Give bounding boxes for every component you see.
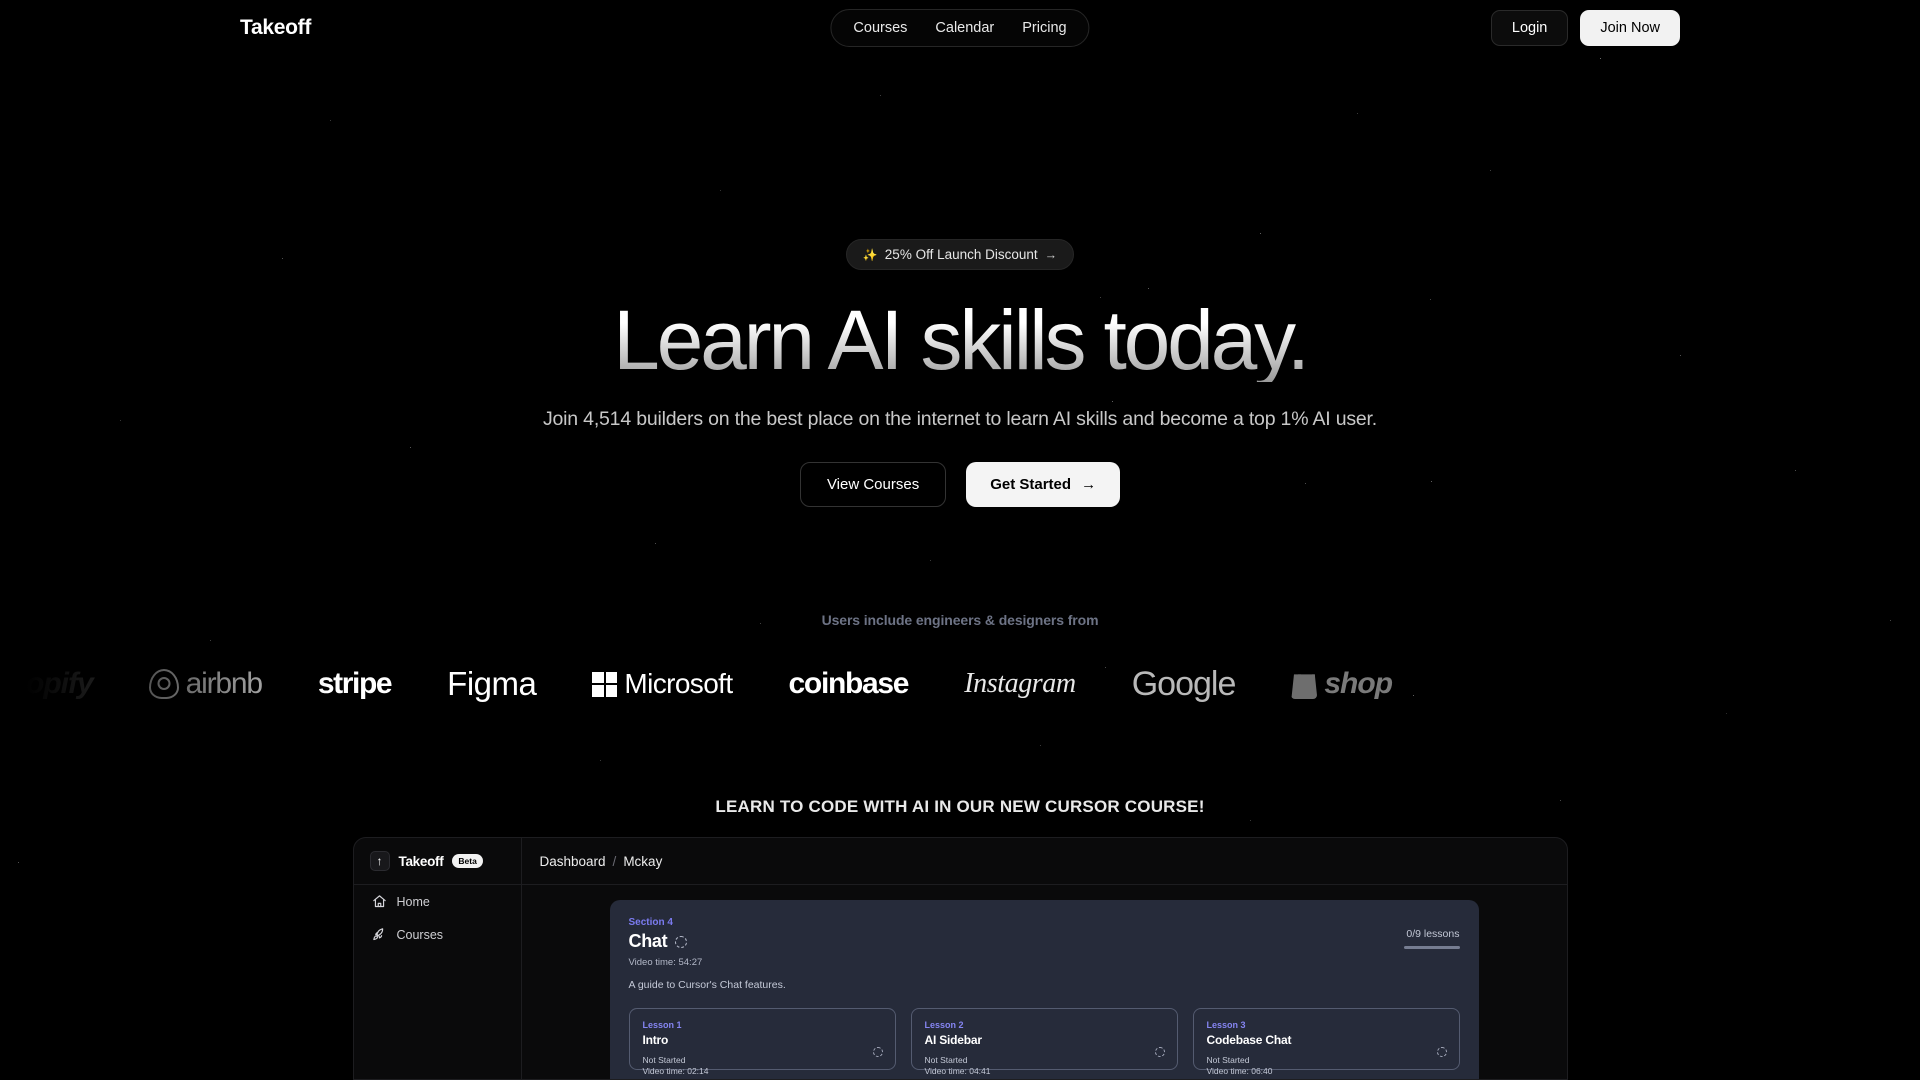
home-icon (372, 895, 386, 908)
sidebar-item-home[interactable]: Home (354, 885, 521, 918)
section-card: 0/9 lessons Section 4 Chat Video time: 5… (609, 900, 1479, 1079)
logo-shopify-repeat: shop (1291, 667, 1393, 701)
view-courses-button[interactable]: View Courses (799, 462, 947, 507)
star-dot (930, 560, 931, 561)
course-preview-section: LEARN TO CODE WITH AI IN OUR NEW CURSOR … (0, 797, 1920, 1080)
nav-actions: Login Join Now (1490, 9, 1680, 46)
logo-microsoft: Microsoft (592, 668, 733, 700)
section-label: Section 4 (628, 917, 673, 928)
nav-link-calendar[interactable]: Calendar (921, 16, 1008, 40)
lesson-video-time: Video time: 02:14 (642, 1066, 709, 1076)
arrow-up-logo-icon: ↑ (369, 851, 390, 871)
lesson-video-time: Video time: 04:41 (924, 1066, 991, 1076)
lesson-card[interactable]: Lesson 3 Codebase Chat Not Started Video… (1192, 1008, 1460, 1076)
page-title: Learn AI skills today. (0, 298, 1920, 382)
logo-stripe: stripe (317, 667, 393, 701)
lesson-title: AI Sidebar (924, 1033, 983, 1047)
preview-heading: LEARN TO CODE WITH AI IN OUR NEW CURSOR … (715, 797, 1205, 816)
dashboard-brand-label: Takeoff (398, 853, 444, 869)
lesson-card-row: Lesson 1 Intro Not Started Video time: 0… (628, 1008, 1460, 1076)
lesson-status: Not Started (924, 1055, 968, 1065)
lessons-progress-label: 0/9 lessons (1406, 928, 1460, 940)
logo-airbnb: airbnb (148, 667, 263, 701)
section-title: Chat (628, 931, 668, 951)
airbnb-mark-icon (148, 669, 179, 699)
logo-label: coinbase (788, 667, 910, 700)
logo-shopify: shopify (0, 667, 94, 701)
logo-coinbase: coinbase (788, 667, 910, 701)
progress-bar (1403, 946, 1460, 949)
lessons-progress: 0/9 lessons (1403, 928, 1460, 949)
dashboard-preview-frame: ↑ Takeoff Beta Home Courses Dashboard / … (352, 837, 1568, 1080)
microsoft-grid-icon (592, 671, 618, 697)
lesson-status: Not Started (1206, 1055, 1250, 1065)
logo-label: Instagram (964, 668, 1076, 699)
breadcrumb-separator: / (612, 853, 617, 869)
sidebar-item-courses[interactable]: Courses (354, 918, 521, 951)
lesson-card[interactable]: Lesson 2 AI Sidebar Not Started Video ti… (910, 1008, 1178, 1076)
incomplete-circle-icon (1436, 1047, 1447, 1057)
breadcrumb-leaf[interactable]: Mckay (623, 854, 662, 869)
lesson-status: Not Started (642, 1055, 686, 1065)
logo-marquee: shopify airbnb stripe Figma Microsoft co… (0, 654, 1920, 714)
incomplete-circle-icon (872, 1047, 883, 1057)
nav-link-pricing[interactable]: Pricing (1008, 16, 1080, 40)
logo-label: Google (1131, 664, 1237, 703)
lesson-label: Lesson 2 (924, 1020, 964, 1030)
social-proof-section: Users include engineers & designers from… (0, 612, 1920, 714)
top-navbar: Takeoff Courses Calendar Pricing Login J… (0, 0, 1920, 55)
beta-badge: Beta (452, 853, 483, 869)
sparkle-icon: ✨ (862, 247, 878, 262)
logo-figma: Figma (447, 665, 537, 703)
logo-google: Google (1131, 664, 1237, 704)
dashboard-brand[interactable]: ↑ Takeoff Beta (353, 838, 521, 885)
discount-badge-label: 25% Off Launch Discount (884, 247, 1038, 262)
shopping-bag-icon (1291, 674, 1318, 699)
get-started-label: Get Started (990, 476, 1072, 493)
star-dot (600, 760, 602, 762)
star-dot (655, 543, 657, 545)
breadcrumb: Dashboard / Mckay (521, 838, 1567, 885)
logo-label: airbnb (185, 667, 263, 700)
brand-logo[interactable]: Takeoff (240, 16, 311, 40)
section-description: A guide to Cursor's Chat features. (628, 979, 786, 991)
star-dot (1040, 745, 1041, 746)
hero-section: ✨ 25% Off Launch Discount → Learn AI ski… (0, 55, 1920, 507)
primary-nav: Courses Calendar Pricing (830, 8, 1090, 47)
logo-label: shop (1324, 667, 1393, 700)
incomplete-circle-icon (675, 935, 688, 948)
section-video-time: Video time: 54:27 (628, 957, 703, 968)
dashboard-sidebar: ↑ Takeoff Beta Home Courses (353, 838, 522, 1079)
lesson-title: Intro (642, 1033, 669, 1047)
breadcrumb-root[interactable]: Dashboard (540, 854, 606, 869)
logo-label: Microsoft (624, 668, 733, 699)
launch-discount-badge[interactable]: ✨ 25% Off Launch Discount → (845, 239, 1075, 270)
arrow-right-icon: → (1081, 476, 1097, 493)
lesson-title: Codebase Chat (1206, 1033, 1292, 1047)
sidebar-item-label: Home (396, 894, 430, 909)
logo-label: stripe (317, 667, 393, 700)
dashboard-content: 0/9 lessons Section 4 Chat Video time: 5… (522, 885, 1567, 1079)
rocket-icon (372, 928, 383, 941)
incomplete-circle-icon (1154, 1047, 1165, 1057)
logo-label: Figma (447, 665, 537, 702)
sidebar-item-label: Courses (396, 927, 444, 942)
section-title-row: Chat (629, 931, 1460, 952)
arrow-right-icon: → (1044, 247, 1058, 262)
lesson-label: Lesson 1 (642, 1020, 682, 1030)
join-now-button[interactable]: Join Now (1580, 9, 1680, 46)
social-proof-caption: Users include engineers & designers from (821, 612, 1099, 628)
logo-marquee-track: shopify airbnb stripe Figma Microsoft co… (0, 654, 1393, 714)
logo-instagram: Instagram (964, 668, 1076, 700)
lesson-video-time: Video time: 06:40 (1206, 1066, 1273, 1076)
dashboard-main: Dashboard / Mckay 0/9 lessons Section 4 … (521, 838, 1567, 1079)
get-started-button[interactable]: Get Started → (966, 462, 1121, 507)
hero-subheadline: Join 4,514 builders on the best place on… (542, 408, 1377, 430)
login-button[interactable]: Login (1490, 9, 1569, 46)
lesson-label: Lesson 3 (1206, 1020, 1246, 1030)
hero-cta-row: View Courses Get Started → (0, 462, 1920, 507)
lesson-card[interactable]: Lesson 1 Intro Not Started Video time: 0… (628, 1008, 896, 1076)
nav-link-courses[interactable]: Courses (839, 16, 921, 40)
logo-label: shopify (0, 667, 94, 700)
